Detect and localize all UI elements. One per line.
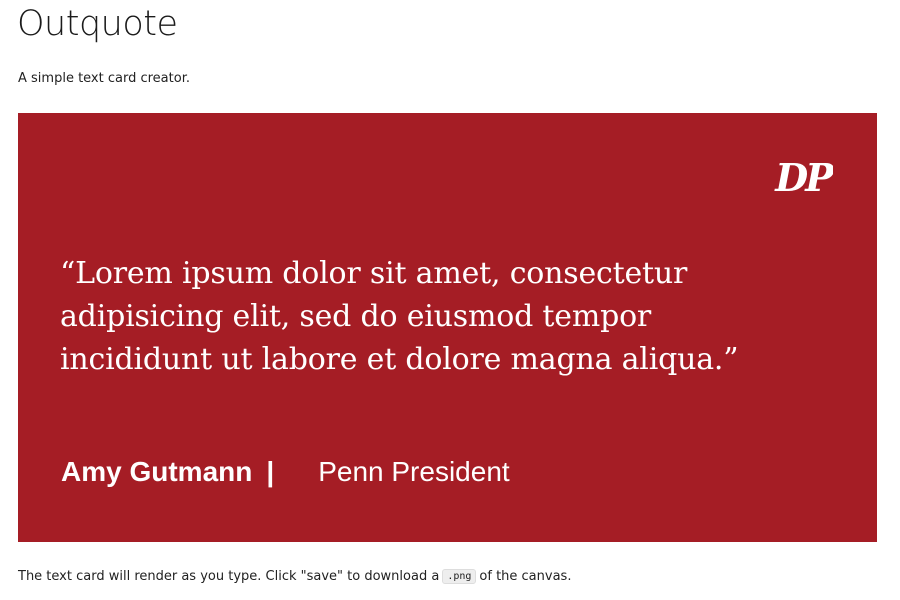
app-title: Outquote (17, 4, 178, 44)
footer-note-before: The text card will render as you type. C… (18, 569, 440, 584)
text-card-canvas[interactable]: DP “Lorem ipsum dolor sit amet, consecte… (18, 113, 877, 542)
page: Outquote A simple text card creator. DP … (0, 0, 900, 600)
png-code-chip: .png (442, 569, 477, 584)
app-subtitle: A simple text card creator. (18, 71, 190, 86)
speaker-name: Amy Gutmann (61, 456, 253, 487)
footer-note: The text card will render as you type. C… (18, 569, 571, 584)
dp-logo-text: DP (774, 155, 833, 200)
quote-text: “Lorem ipsum dolor sit amet, consectetur… (60, 256, 739, 377)
byline-separator: | (266, 456, 275, 487)
footer-note-after: of the canvas. (479, 569, 572, 584)
speaker-title: Penn President (318, 456, 510, 487)
dp-logo-icon: DP (774, 155, 833, 200)
byline: Amy Gutmann | Penn President (61, 452, 510, 492)
